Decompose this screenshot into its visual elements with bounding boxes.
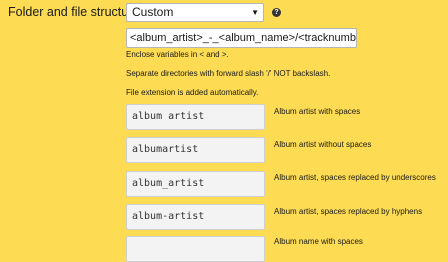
note-file-extension: File extension is added automatically.	[126, 88, 259, 97]
example-input-albumartist[interactable]: albumartist	[126, 137, 265, 163]
note-enclose-variables: Enclose variables in < and >.	[126, 50, 229, 59]
example-description: Album name with spaces	[274, 237, 363, 246]
help-icon[interactable]: ?	[272, 8, 281, 17]
folder-structure-label: Folder and file structure	[8, 5, 140, 19]
example-input-album-artist[interactable]: album artist	[126, 104, 265, 130]
example-input-album-underscore[interactable]: album_artist	[126, 171, 265, 197]
chevron-down-icon: ▼	[251, 8, 259, 17]
example-description: Album artist, spaces replaced by hyphens	[274, 207, 423, 216]
example-description: Album artist without spaces	[274, 140, 372, 149]
structure-select-value: Custom	[132, 5, 174, 19]
structure-select[interactable]: Custom ▼	[126, 3, 264, 22]
example-input-album-name[interactable]	[126, 236, 265, 262]
example-description: Album artist, spaces replaced by undersc…	[274, 173, 436, 182]
note-separate-directories: Separate directories with forward slash …	[126, 69, 331, 78]
example-input-album-hyphen[interactable]: album-artist	[126, 204, 265, 230]
example-description: Album artist with spaces	[274, 107, 361, 116]
pattern-input[interactable]: <album_artist>_-_<album_name>/<tracknumb…	[126, 28, 357, 48]
